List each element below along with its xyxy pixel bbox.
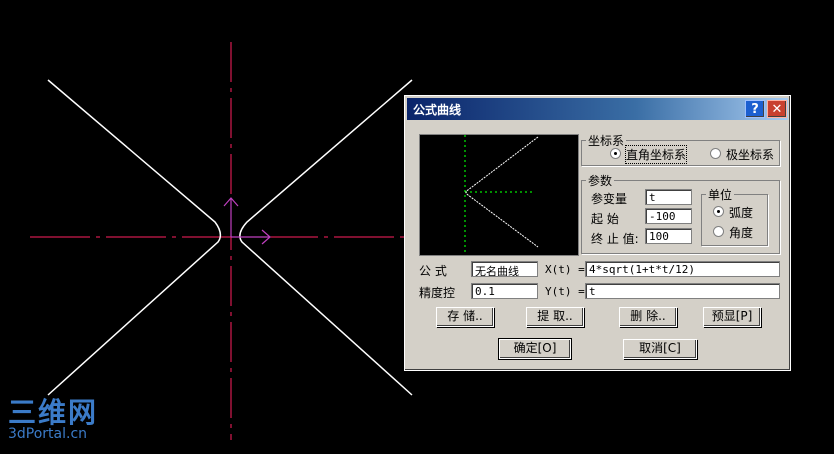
help-button[interactable]: ? [745, 100, 765, 118]
degree-radio[interactable] [713, 226, 724, 237]
polar-label[interactable]: 极坐标系 [726, 146, 774, 163]
delete-button[interactable]: 删 除.. [619, 307, 677, 327]
dialog-titlebar[interactable]: 公式曲线 ? ✕ [407, 98, 788, 120]
y-expr-input[interactable]: t [585, 283, 780, 299]
y-expr-label: Y(t) = [545, 285, 585, 298]
close-button[interactable]: ✕ [767, 100, 787, 118]
x-expr-input[interactable]: 4*sqrt(1+t*t/12) [585, 261, 780, 277]
polar-radio[interactable] [710, 148, 721, 159]
formula-curve-dialog: 公式曲线 ? ✕ 坐标系 直角坐标系 极坐标系 参数 参变量 t 起 始 -10… [404, 95, 791, 371]
precision-label: 精度控 [419, 286, 456, 300]
dialog-title: 公式曲线 [413, 103, 462, 117]
x-expr-label: X(t) = [545, 263, 585, 276]
radian-radio[interactable] [713, 206, 724, 217]
watermark-sub-text: 3dPortal.cn [8, 426, 88, 442]
cartesian-radio[interactable] [610, 148, 621, 159]
formula-name-input[interactable]: 无名曲线 [471, 261, 538, 277]
watermark-logo: 三维网 3dPortal.cn [8, 396, 99, 443]
ok-button[interactable]: 确定[O] [498, 338, 572, 360]
degree-label[interactable]: 角度 [729, 224, 753, 241]
curve-preview-panel [419, 134, 579, 256]
start-label: 起 始 [591, 212, 619, 226]
watermark-main-text: 三维网 [8, 396, 99, 429]
parameter-legend: 参数 [588, 174, 613, 188]
variable-input[interactable]: t [645, 189, 692, 205]
unit-legend: 单位 [708, 188, 733, 202]
radian-label[interactable]: 弧度 [729, 204, 753, 221]
formula-label: 公 式 [419, 264, 447, 278]
start-input[interactable]: -100 [645, 208, 692, 224]
coord-system-legend: 坐标系 [588, 134, 625, 148]
end-label: 终 止 值: [591, 232, 639, 246]
precision-input[interactable]: 0.1 [471, 283, 538, 299]
variable-label: 参变量 [591, 192, 628, 206]
end-input[interactable]: 100 [645, 228, 692, 244]
extract-button[interactable]: 提 取.. [526, 307, 584, 327]
save-button[interactable]: 存 储.. [436, 307, 494, 327]
preview-button[interactable]: 预显[P] [703, 307, 761, 327]
cancel-button[interactable]: 取消[C] [623, 339, 697, 359]
cartesian-label[interactable]: 直角坐标系 [624, 145, 688, 164]
